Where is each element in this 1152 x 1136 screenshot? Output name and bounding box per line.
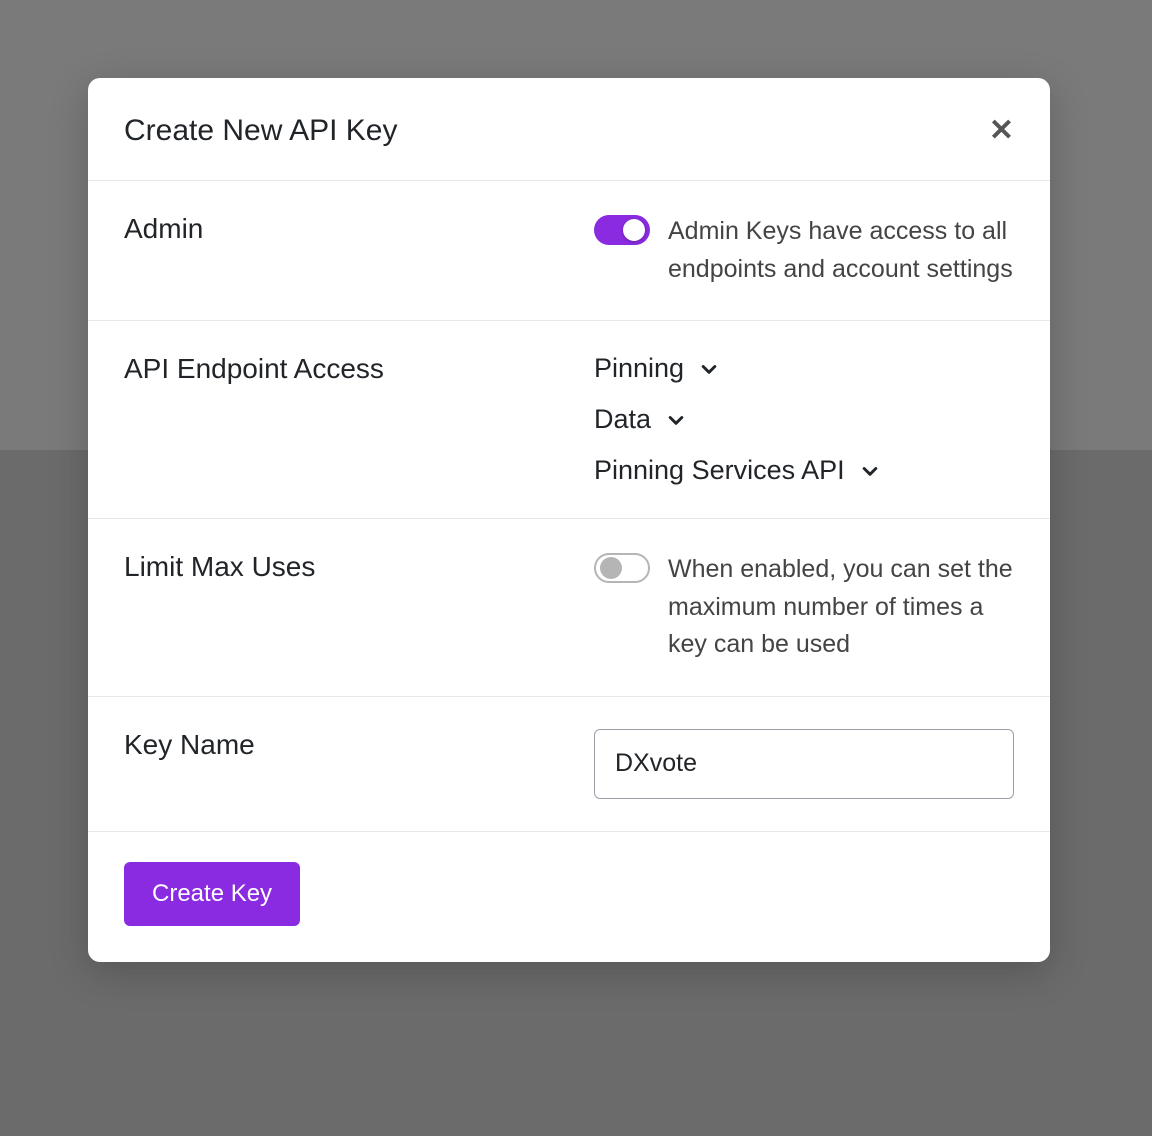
limit-uses-section: Limit Max Uses When enabled, you can set…: [88, 519, 1050, 697]
chevron-down-icon: [665, 409, 687, 431]
endpoint-group-data[interactable]: Data: [594, 404, 687, 435]
modal-footer: Create Key: [88, 832, 1050, 962]
create-api-key-modal: Create New API Key ✕ Admin Admin Keys ha…: [88, 78, 1050, 962]
key-name-section: Key Name: [88, 697, 1050, 832]
close-icon[interactable]: ✕: [989, 116, 1014, 146]
key-name-label: Key Name: [124, 729, 594, 799]
endpoint-group-pinning-services[interactable]: Pinning Services API: [594, 455, 881, 486]
limit-uses-help-text: When enabled, you can set the maximum nu…: [668, 551, 1014, 664]
create-key-button[interactable]: Create Key: [124, 862, 300, 926]
toggle-knob: [623, 219, 645, 241]
endpoint-access-section: API Endpoint Access Pinning Data Pinning…: [88, 321, 1050, 519]
endpoint-access-label: API Endpoint Access: [124, 353, 594, 486]
dropdown-label: Pinning: [594, 353, 684, 384]
modal-title: Create New API Key: [124, 114, 397, 148]
dropdown-label: Pinning Services API: [594, 455, 845, 486]
modal-header: Create New API Key ✕: [88, 78, 1050, 181]
dropdown-label: Data: [594, 404, 651, 435]
admin-help-text: Admin Keys have access to all endpoints …: [668, 213, 1014, 288]
admin-controls: Admin Keys have access to all endpoints …: [594, 213, 1014, 288]
admin-section: Admin Admin Keys have access to all endp…: [88, 181, 1050, 321]
key-name-controls: [594, 729, 1014, 799]
limit-uses-controls: When enabled, you can set the maximum nu…: [594, 551, 1014, 664]
limit-uses-toggle[interactable]: [594, 553, 650, 583]
admin-toggle[interactable]: [594, 215, 650, 245]
admin-label: Admin: [124, 213, 594, 288]
key-name-input[interactable]: [594, 729, 1014, 799]
chevron-down-icon: [859, 460, 881, 482]
endpoint-access-groups: Pinning Data Pinning Services API: [594, 353, 1014, 486]
toggle-knob: [600, 557, 622, 579]
limit-uses-label: Limit Max Uses: [124, 551, 594, 664]
chevron-down-icon: [698, 358, 720, 380]
endpoint-group-pinning[interactable]: Pinning: [594, 353, 720, 384]
